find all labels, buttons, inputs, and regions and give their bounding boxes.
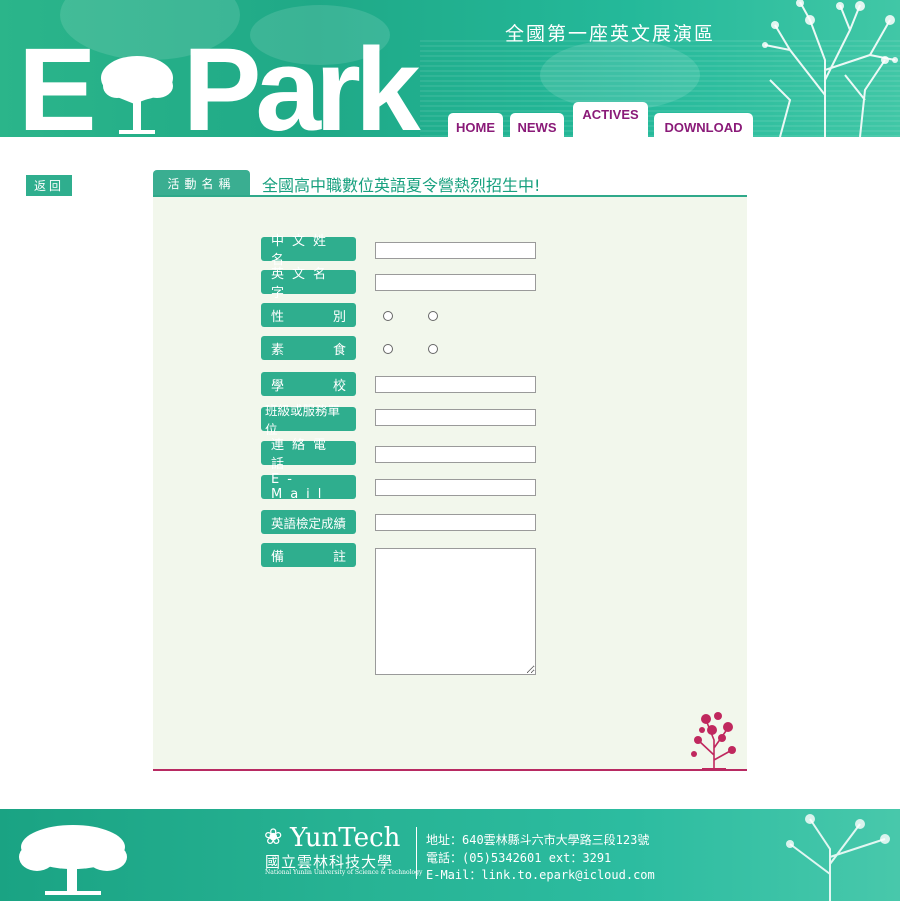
chinese-name-input[interactable] [375, 242, 536, 259]
activity-name-tab: 活動名稱 [153, 170, 250, 196]
phone-label: 連絡電話 [261, 438, 356, 472]
gender-label: 性別 [261, 303, 356, 327]
university-name: YunTech [290, 823, 401, 853]
english-cert-input[interactable] [375, 514, 536, 531]
footer-divider [416, 827, 417, 879]
remarks-textarea[interactable] [375, 548, 536, 675]
email-label: E-Mail [261, 472, 356, 502]
tree-icon [691, 712, 736, 770]
vegetarian-label: 素食 [261, 336, 356, 360]
unit-input[interactable] [375, 409, 536, 426]
gender-radio-1[interactable] [383, 311, 393, 321]
tree-silhouette-icon [762, 0, 898, 137]
chinese-name-label: 中文姓名 [261, 234, 356, 268]
unit-label: 班級或服務單位 [261, 403, 356, 437]
logo-letter-e: E [18, 24, 97, 137]
remarks-label: 備註 [261, 543, 356, 567]
vegetarian-radio-1[interactable] [383, 344, 393, 354]
yuntech-logo-icon: ❀ [264, 825, 283, 850]
logo-word-park: Park [182, 24, 421, 137]
activity-title: 全國高中職數位英語夏令營熱烈招生中! [262, 176, 541, 195]
tree-silhouette-icon [786, 814, 890, 901]
footer-address: 地址：640雲林縣斗六市大學路三段123號 [426, 833, 650, 847]
footer: ❀ YunTech 國立雲林科技大學 National Yunlin Unive… [0, 809, 900, 901]
tree-icon [19, 825, 127, 895]
footer-email[interactable]: E-Mail：link.to.epark@icloud.com [426, 866, 655, 883]
site-logo[interactable]: E Park [18, 24, 421, 137]
footer-phone: 電話：(05)5342601 ext：3291 [426, 851, 612, 865]
school-input[interactable] [375, 376, 536, 393]
english-cert-label: 英語檢定成績 [261, 510, 356, 534]
phone-input[interactable] [375, 446, 536, 463]
nav-tab-actives[interactable]: ACTIVES [573, 102, 648, 137]
university-name-en: National Yunlin University of Science & … [265, 869, 423, 876]
header: 全國第一座英文展演區 E Park HOME NEWS ACTIVES DOWN… [0, 0, 900, 137]
site-tagline: 全國第一座英文展演區 [505, 23, 716, 45]
nav-tab-news[interactable]: NEWS [510, 113, 564, 137]
tree-icon [95, 42, 179, 137]
school-label: 學校 [261, 372, 356, 396]
panel-bottom-divider [153, 769, 747, 771]
gender-radio-2[interactable] [428, 311, 438, 321]
email-input[interactable] [375, 479, 536, 496]
back-button[interactable]: 返回 [26, 175, 72, 196]
english-name-input[interactable] [375, 274, 536, 291]
nav-tab-download[interactable]: DOWNLOAD [654, 113, 753, 137]
nav-tab-home[interactable]: HOME [448, 113, 503, 137]
vegetarian-radio-2[interactable] [428, 344, 438, 354]
english-name-label: 英文名字 [261, 267, 356, 301]
